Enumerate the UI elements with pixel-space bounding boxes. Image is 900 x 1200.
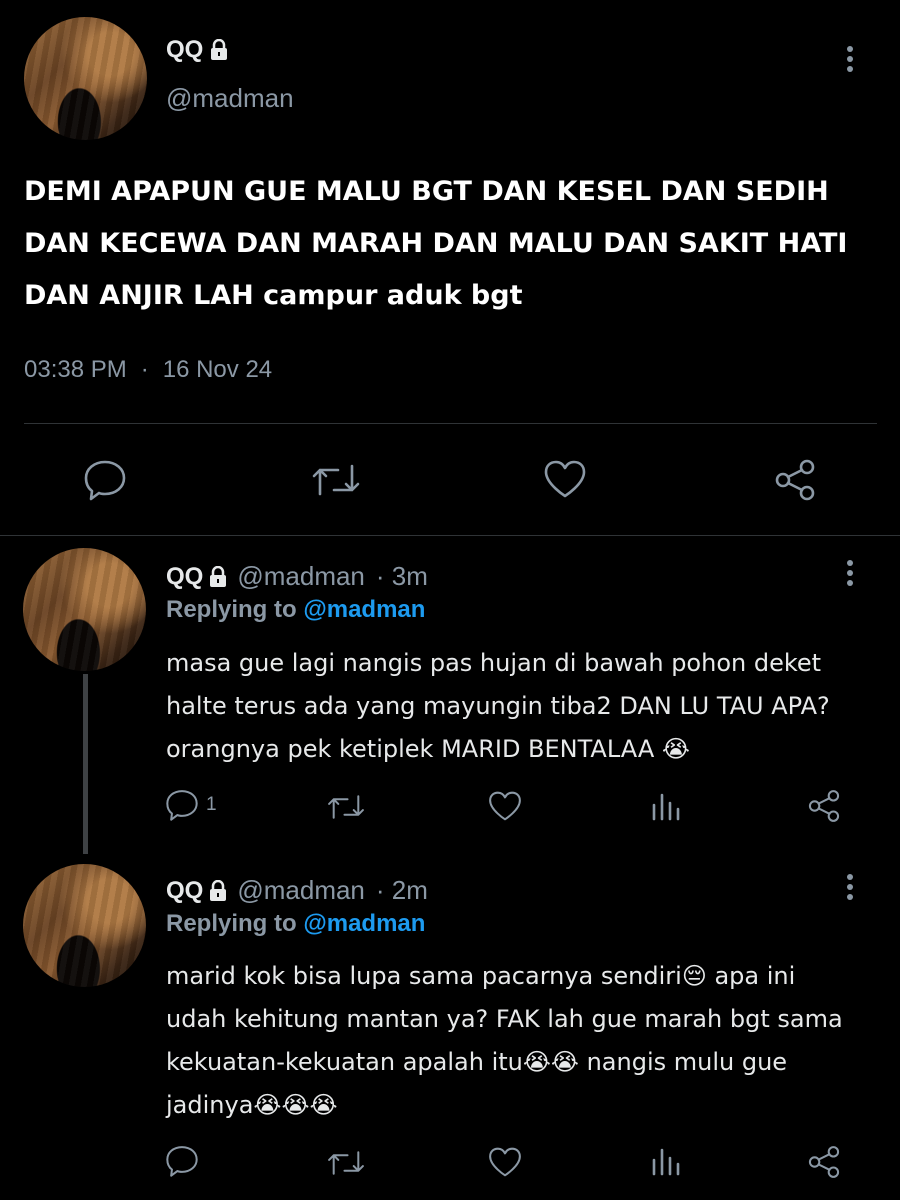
section-divider bbox=[0, 535, 900, 536]
reply-text-line: halte terus ada yang mayungin tiba2 DAN … bbox=[166, 692, 830, 720]
author-handle[interactable]: @madman bbox=[237, 561, 365, 592]
tweet-text: DEMI APAPUN GUE MALU BGT DAN KESEL DAN S… bbox=[24, 166, 884, 322]
avatar[interactable] bbox=[23, 864, 146, 987]
replying-to-label: Replying to bbox=[166, 910, 297, 937]
lock-icon bbox=[208, 879, 228, 902]
reply-header: QQ @madman · 2m bbox=[166, 875, 428, 906]
like-icon[interactable] bbox=[542, 458, 588, 500]
more-icon[interactable] bbox=[847, 42, 853, 76]
replying-to-handle[interactable]: @madman bbox=[303, 910, 425, 937]
reply-text-line: marid kok bisa lupa sama pacarnya sendir… bbox=[166, 962, 796, 990]
reply-age: · 2m bbox=[375, 875, 428, 905]
avatar[interactable] bbox=[23, 548, 146, 671]
reply-text: masa gue lagi nangis pas hujan di bawah … bbox=[166, 642, 876, 771]
retweet-icon[interactable] bbox=[326, 1147, 366, 1179]
tweet-time[interactable]: 03:38 PM bbox=[24, 356, 127, 384]
reply-text-line: kekuatan-kekuatan apalah itu😭😭 nangis mu… bbox=[166, 1048, 788, 1076]
reply-text-line: udah kehitung mantan ya? FAK lah gue mar… bbox=[166, 1005, 843, 1033]
tweet-text-line: DAN ANJIR LAH campur aduk bgt bbox=[24, 280, 523, 311]
reply-text-line: masa gue lagi nangis pas hujan di bawah … bbox=[166, 649, 822, 677]
retweet-icon[interactable] bbox=[326, 791, 366, 823]
more-icon[interactable] bbox=[847, 556, 853, 590]
replying-to: Replying to @madman bbox=[166, 596, 425, 624]
lock-icon bbox=[208, 565, 228, 588]
author-row: QQ bbox=[166, 36, 229, 64]
reply-icon[interactable] bbox=[82, 458, 128, 502]
like-icon[interactable] bbox=[487, 789, 523, 823]
tweet-text-line: DEMI APAPUN GUE MALU BGT DAN KESEL DAN S… bbox=[24, 176, 829, 207]
reply-age: · 3m bbox=[375, 561, 428, 591]
display-name[interactable]: QQ bbox=[166, 36, 203, 64]
share-icon[interactable] bbox=[805, 1144, 843, 1180]
tweet-meta: 03:38 PM · 16 Nov 24 bbox=[24, 356, 272, 384]
tweet-text-line: DAN KECEWA DAN MARAH DAN MALU DAN SAKIT … bbox=[24, 228, 848, 259]
reply-text-line: orangnya pek ketiplek MARID BENTALAA 😭 bbox=[166, 735, 690, 763]
display-name[interactable]: QQ bbox=[166, 563, 203, 591]
more-icon[interactable] bbox=[847, 870, 853, 904]
reply-count: 1 bbox=[206, 794, 217, 815]
avatar[interactable] bbox=[24, 17, 147, 140]
retweet-icon[interactable] bbox=[310, 460, 362, 500]
share-icon[interactable] bbox=[805, 788, 843, 824]
reply-icon[interactable] bbox=[164, 1144, 200, 1178]
lock-icon bbox=[209, 39, 229, 61]
analytics-icon[interactable] bbox=[650, 791, 680, 823]
replying-to-label: Replying to bbox=[166, 596, 297, 623]
reply-header: QQ @madman · 3m bbox=[166, 561, 428, 592]
display-name[interactable]: QQ bbox=[166, 877, 203, 905]
reply-text-line: jadinya😭😭😭 bbox=[166, 1091, 338, 1119]
reply-text: marid kok bisa lupa sama pacarnya sendir… bbox=[166, 955, 876, 1127]
author-handle[interactable]: @madman bbox=[237, 875, 365, 906]
meta-separator: · bbox=[140, 356, 149, 383]
tweet-date[interactable]: 16 Nov 24 bbox=[163, 356, 272, 384]
like-icon[interactable] bbox=[487, 1145, 523, 1179]
analytics-icon[interactable] bbox=[650, 1146, 680, 1178]
divider bbox=[24, 423, 877, 424]
replying-to: Replying to @madman bbox=[166, 910, 425, 938]
author-handle[interactable]: @madman bbox=[166, 83, 294, 114]
thread-line bbox=[83, 674, 88, 854]
reply-icon[interactable]: 1 bbox=[164, 788, 217, 822]
share-icon[interactable] bbox=[771, 457, 819, 503]
replying-to-handle[interactable]: @madman bbox=[303, 596, 425, 623]
